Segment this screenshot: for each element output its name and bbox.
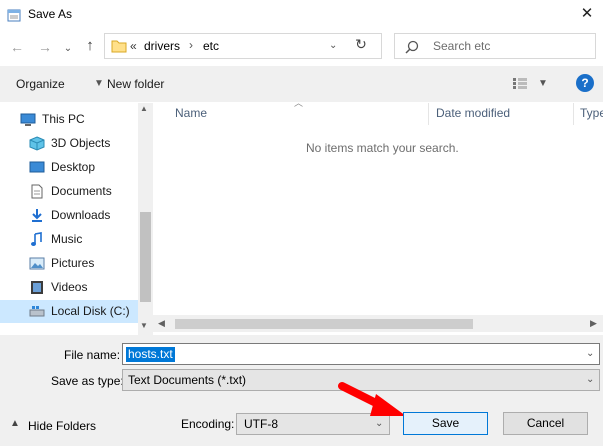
sidebar-item-pictures[interactable]: Pictures: [0, 252, 138, 275]
title-bar: Save As ✕: [0, 0, 603, 30]
address-dropdown-chevron-icon[interactable]: ⌄: [329, 40, 337, 51]
sidebar-item-this-pc[interactable]: This PC: [0, 108, 138, 131]
sidebar-item-documents[interactable]: Documents: [0, 180, 138, 203]
column-name[interactable]: Name: [175, 106, 207, 120]
breadcrumb-overflow[interactable]: «: [130, 39, 137, 53]
forward-arrow-icon[interactable]: →: [36, 38, 54, 56]
refresh-icon[interactable]: ↻: [351, 36, 371, 56]
encoding-label: Encoding:: [181, 417, 235, 431]
red-arrow-icon: [338, 382, 406, 416]
3d-objects-icon: [29, 136, 45, 151]
desktop-icon: [29, 161, 45, 173]
save-as-type-chevron-icon[interactable]: ⌄: [586, 374, 594, 385]
folder-icon: [111, 40, 127, 53]
file-name-dropdown-chevron-icon[interactable]: ⌄: [586, 348, 594, 359]
drive-icon: [29, 306, 45, 317]
window-title: Save As: [28, 7, 73, 21]
recent-locations-chevron-icon[interactable]: ⌄: [62, 40, 74, 58]
save-button[interactable]: Save: [403, 412, 488, 435]
file-name-input[interactable]: hosts.txt ⌄: [122, 343, 600, 365]
up-arrow-icon[interactable]: ↑: [82, 37, 98, 54]
notepad-icon: [7, 9, 21, 22]
scroll-right-icon[interactable]: ▶: [590, 318, 597, 329]
sidebar-item-3d-objects[interactable]: 3D Objects: [0, 132, 138, 155]
help-icon[interactable]: ?: [576, 74, 594, 92]
videos-icon: [31, 281, 43, 294]
sidebar-scroll-thumb[interactable]: [140, 212, 151, 302]
horizontal-scroll-thumb[interactable]: [175, 319, 473, 329]
scroll-down-icon[interactable]: ▼: [140, 321, 148, 330]
breadcrumb-separator-icon: ›: [189, 38, 193, 52]
hide-folders-button[interactable]: Hide Folders: [28, 419, 96, 433]
sort-indicator-icon: ︿: [294, 98, 304, 108]
cancel-button[interactable]: Cancel: [503, 412, 588, 435]
back-arrow-icon[interactable]: ←: [8, 38, 26, 56]
encoding-value: UTF-8: [244, 417, 278, 431]
organize-menu[interactable]: Organize: [16, 77, 65, 91]
sidebar-item-music[interactable]: Music: [0, 228, 138, 251]
music-icon: [31, 232, 42, 246]
pc-icon: [20, 113, 36, 126]
column-divider[interactable]: [573, 103, 574, 125]
documents-icon: [31, 184, 43, 199]
sidebar-item-local-disk[interactable]: Local Disk (C:): [0, 300, 138, 323]
hide-folders-icon[interactable]: ▲: [10, 418, 20, 429]
column-divider[interactable]: [428, 103, 429, 125]
sidebar-item-videos[interactable]: Videos: [0, 276, 138, 299]
view-chevron-icon[interactable]: ▼: [538, 78, 548, 89]
file-list-header: [163, 103, 603, 123]
column-date-modified[interactable]: Date modified: [436, 106, 510, 120]
scroll-left-icon[interactable]: ◀: [158, 318, 165, 329]
search-icon: [405, 40, 419, 54]
file-name-label: File name:: [64, 348, 121, 362]
search-box[interactable]: Search etc: [394, 33, 596, 59]
pictures-icon: [29, 257, 45, 270]
close-icon[interactable]: ✕: [574, 3, 600, 25]
address-bar[interactable]: « drivers › etc ⌄ ↻: [104, 33, 382, 59]
column-type[interactable]: Type: [580, 106, 603, 120]
sidebar-item-downloads[interactable]: Downloads: [0, 204, 138, 227]
breadcrumb-drivers[interactable]: drivers: [144, 39, 180, 53]
navigation-pane: This PC 3D Objects Desktop Documents Dow…: [0, 103, 153, 335]
new-folder-button[interactable]: New folder: [107, 77, 164, 91]
save-as-type-label: Save as type:: [51, 374, 124, 388]
scroll-up-icon[interactable]: ▲: [140, 104, 148, 113]
search-placeholder: Search etc: [433, 39, 491, 53]
sidebar-item-desktop[interactable]: Desktop: [0, 156, 138, 179]
save-as-type-value: Text Documents (*.txt): [128, 373, 247, 387]
downloads-icon: [32, 209, 42, 222]
breadcrumb-etc[interactable]: etc: [203, 39, 219, 53]
file-name-value[interactable]: hosts.txt: [126, 347, 175, 362]
organize-chevron-icon[interactable]: ▼: [94, 78, 104, 89]
view-options-icon[interactable]: [512, 77, 528, 90]
empty-message: No items match your search.: [306, 141, 459, 155]
